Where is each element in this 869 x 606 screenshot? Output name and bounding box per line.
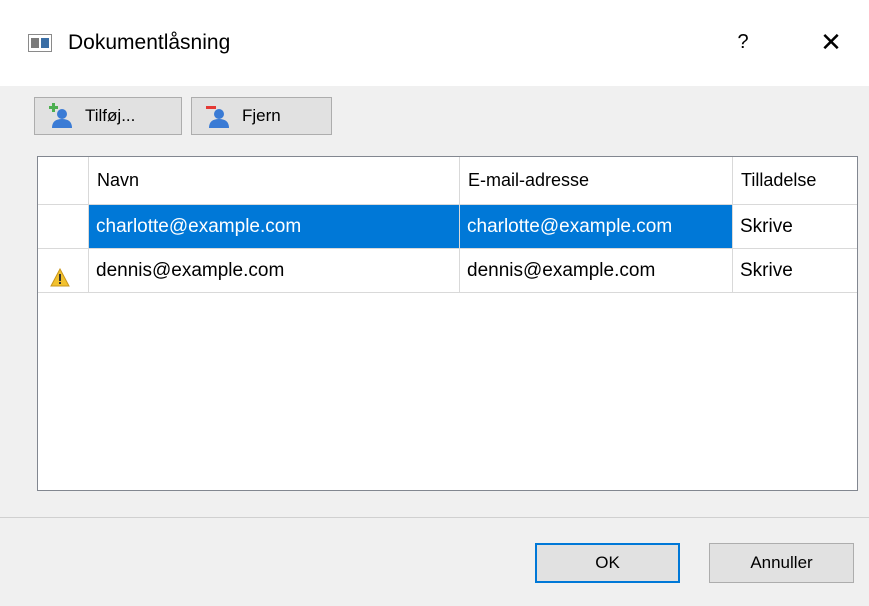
cancel-button[interactable]: Annuller [709,543,854,583]
table-row[interactable]: charlotte@example.com charlotte@example.… [38,205,857,249]
title-bar: Dokumentlåsning ? ✕ [0,0,869,86]
table-row[interactable]: dennis@example.com dennis@example.com Sk… [38,249,857,293]
window-title: Dokumentlåsning [68,31,231,54]
email-cell[interactable]: charlotte@example.com [460,205,733,248]
table-header: Navn E-mail-adresse Tilladelse [38,157,857,205]
close-button[interactable]: ✕ [813,24,849,60]
name-cell[interactable]: charlotte@example.com [89,205,460,248]
status-cell [38,249,89,292]
footer-divider [0,517,869,518]
add-user-icon [47,102,75,130]
remove-user-label: Fjern [242,106,281,125]
email-cell[interactable]: dennis@example.com [460,249,733,292]
column-header-email[interactable]: E-mail-adresse [460,157,733,204]
add-user-label: Tilføj... [85,106,136,125]
app-window-icon [28,34,52,52]
permission-cell[interactable]: Skrive [733,205,857,248]
warning-icon [50,261,70,287]
name-cell[interactable]: dennis@example.com [89,249,460,292]
users-table[interactable]: Navn E-mail-adresse Tilladelse charlotte… [37,156,858,491]
document-lock-dialog: Dokumentlåsning ? ✕ Tilføj... Fjern Navn… [0,0,869,606]
add-user-button[interactable]: Tilføj... [34,97,182,135]
column-header-name[interactable]: Navn [89,157,460,204]
remove-user-button[interactable]: Fjern [191,97,332,135]
column-header-permission[interactable]: Tilladelse [733,157,857,204]
column-header-status[interactable] [38,157,89,204]
permission-cell[interactable]: Skrive [733,249,857,292]
remove-user-icon [204,102,232,130]
status-cell [38,205,89,248]
ok-button[interactable]: OK [535,543,680,583]
help-button[interactable]: ? [725,24,761,60]
